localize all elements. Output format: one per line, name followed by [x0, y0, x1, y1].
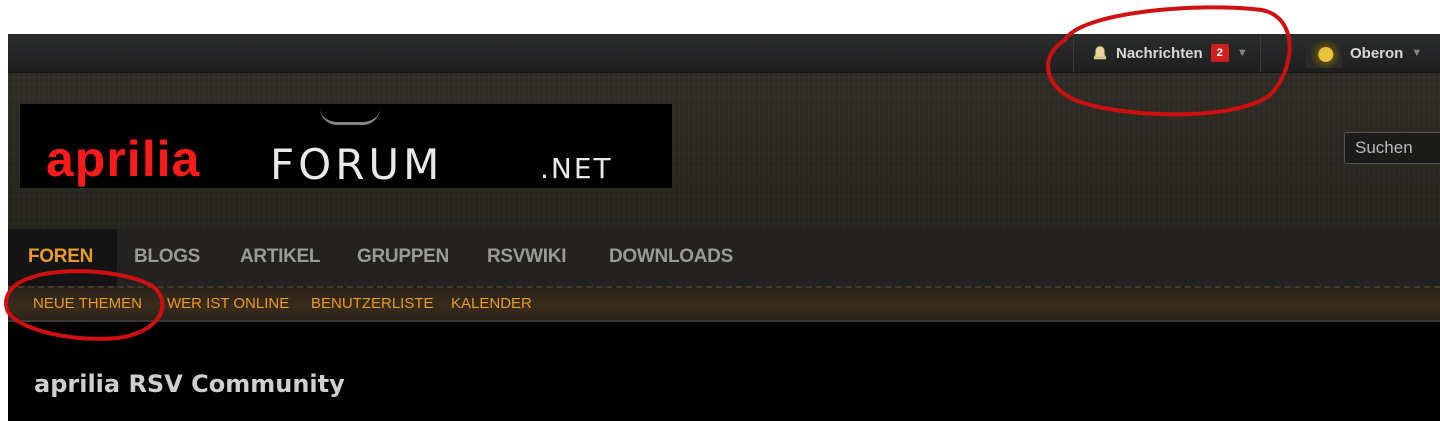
top-bar: Nachrichten 2 ▼ Oberon ▼ [8, 34, 1440, 73]
tab-blogs[interactable]: BLOGS [134, 229, 200, 286]
subnav-wer-ist-online[interactable]: WER IST ONLINE [167, 288, 289, 320]
tab-rsvwiki[interactable]: RSVWIKI [487, 229, 566, 286]
notifications-count-badge: 2 [1210, 44, 1229, 62]
sub-nav: NEUE THEMEN WER IST ONLINE BENUTZERLISTE… [8, 288, 1440, 322]
tab-foren[interactable]: FOREN [8, 229, 118, 286]
tab-downloads[interactable]: DOWNLOADS [609, 229, 733, 286]
logo-text-aprilia: aprilia [46, 131, 201, 187]
tab-artikel[interactable]: ARTIKEL [240, 229, 321, 286]
avatar [1306, 38, 1342, 68]
main-nav: FOREN BLOGS ARTIKEL GRUPPEN RSVWIKI DOWN… [8, 229, 1440, 288]
page-title: aprilia RSV Community [34, 370, 345, 398]
notifications-menu[interactable]: Nachrichten 2 ▼ [1073, 34, 1261, 72]
subnav-neue-themen[interactable]: NEUE THEMEN [33, 288, 142, 320]
subnav-benutzerliste[interactable]: BENUTZERLISTE [311, 288, 434, 320]
subnav-kalender[interactable]: KALENDER [451, 288, 532, 320]
bell-icon [1093, 46, 1107, 60]
chevron-down-icon: ▼ [1236, 47, 1248, 59]
site-logo[interactable]: aprilia FORUM .NET [20, 104, 672, 188]
user-menu[interactable]: Oberon ▼ [1298, 34, 1430, 72]
forum-page: Nachrichten 2 ▼ Oberon ▼ aprilia FORUM .… [8, 34, 1440, 421]
site-header: aprilia FORUM .NET Suchen [8, 73, 1440, 229]
chevron-down-icon: ▼ [1411, 47, 1423, 59]
logo-text-forum: FORUM [270, 140, 444, 188]
search-input[interactable]: Suchen [1344, 132, 1440, 164]
username: Oberon [1350, 44, 1404, 62]
tab-gruppen[interactable]: GRUPPEN [357, 229, 449, 286]
logo-swoosh-icon [320, 108, 380, 125]
notifications-label: Nachrichten [1116, 44, 1203, 62]
logo-text-net: .NET [540, 152, 613, 185]
